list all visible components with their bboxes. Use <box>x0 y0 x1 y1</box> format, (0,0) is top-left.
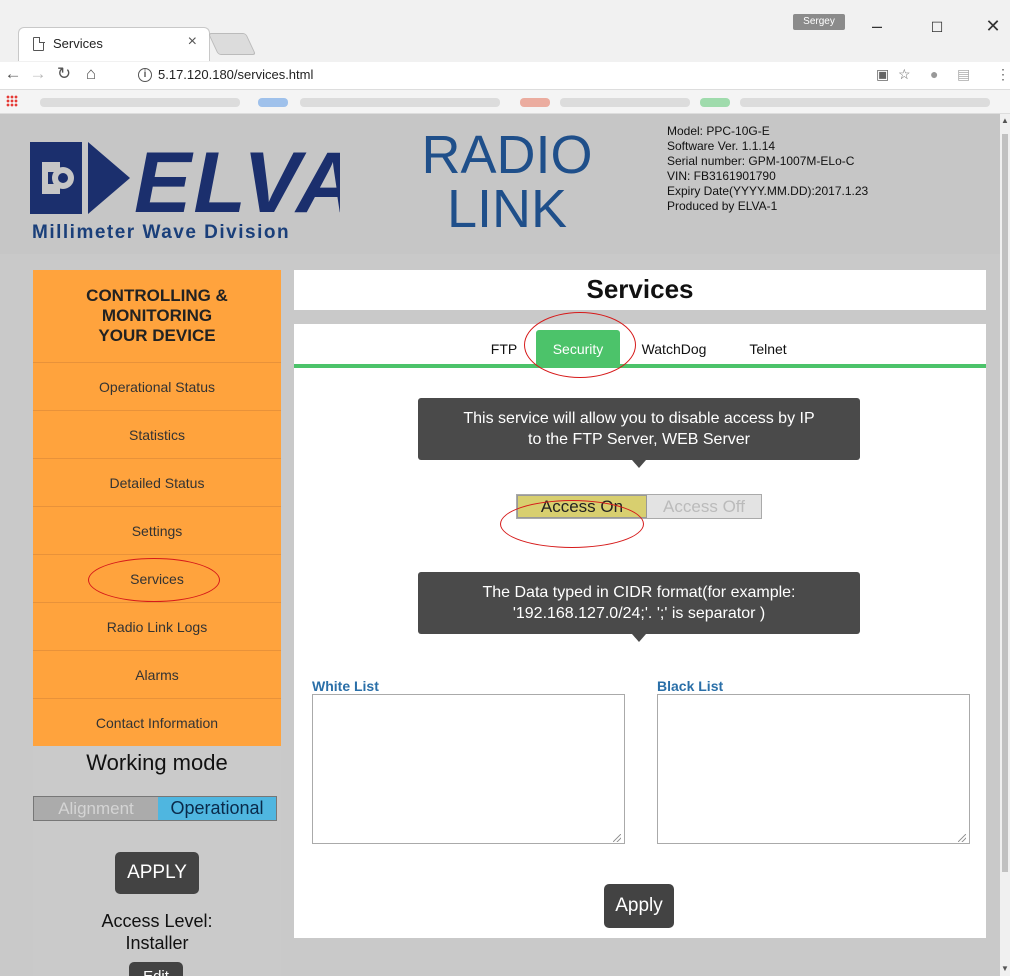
reload-icon[interactable]: ↻ <box>53 64 75 84</box>
tooltip-line: '192.168.127.0/24;'. ';' is separator ) <box>512 605 766 622</box>
access-level: Access Level: Installer <box>33 910 281 954</box>
bookmarks-bar <box>0 90 1010 114</box>
serial-number: Serial number: GPM-1007M-ELo-C <box>667 154 855 168</box>
mode-operational[interactable]: Operational <box>158 797 276 820</box>
cidr-format-tooltip: The Data typed in CIDR format(for exampl… <box>418 572 860 642</box>
sidebar-item-statistics[interactable]: Statistics <box>33 410 281 458</box>
working-mode-toggle[interactable]: Alignment Operational <box>33 796 277 821</box>
info-icon[interactable]: i <box>138 68 152 82</box>
access-level-value: Installer <box>125 933 189 953</box>
elva-logo: ELVA-1 <box>30 135 340 224</box>
window-close-icon[interactable]: ✕ <box>978 16 1008 40</box>
sidebar-heading-line: YOUR DEVICE <box>98 326 216 345</box>
resize-grip-icon[interactable] <box>613 834 621 842</box>
tooltip-line: This service will allow you to disable a… <box>463 410 815 427</box>
sidebar-item-detailed-status[interactable]: Detailed Status <box>33 458 281 506</box>
access-on-button[interactable]: Access On <box>517 495 647 518</box>
maximize-icon[interactable]: ☐ <box>922 19 952 43</box>
tab-title: Services <box>53 36 103 51</box>
mode-alignment[interactable]: Alignment <box>34 797 158 820</box>
page-viewport: ELVA-1 Millimeter Wave Division RADIO LI… <box>0 114 1000 976</box>
black-list-label: Black List <box>657 678 724 694</box>
sidebar-item-services[interactable]: Services <box>33 554 281 602</box>
apply-button[interactable]: Apply <box>604 884 674 928</box>
sidebar-heading-line: CONTROLLING & <box>86 286 228 305</box>
software-version: Software Ver. 1.1.14 <box>667 139 776 153</box>
close-icon[interactable]: × <box>188 33 197 51</box>
sidebar: CONTROLLING & MONITORING YOUR DEVICE Ope… <box>33 270 281 976</box>
sidebar-item-radio-link-logs[interactable]: Radio Link Logs <box>33 602 281 650</box>
user-badge[interactable]: Sergey <box>793 14 845 30</box>
bookmark-item[interactable] <box>560 98 690 107</box>
edit-button[interactable]: Edit <box>129 962 183 976</box>
address-row: ← → ↻ ⌂ i 5.17.120.180/services.html <box>0 62 1010 90</box>
bookmark-item[interactable] <box>520 98 550 107</box>
apps-icon[interactable] <box>6 95 18 107</box>
page-scrollbar[interactable]: ▲ ▼ <box>1000 114 1010 976</box>
home-icon[interactable]: ⌂ <box>80 64 102 84</box>
bookmark-item[interactable] <box>740 98 990 107</box>
forward-icon[interactable]: → <box>27 64 49 84</box>
browser-tab-bar: Services × Sergey – ☐ ✕ <box>0 0 1010 62</box>
expiry-date: Expiry Date(YYYY.MM.DD):2017.1.23 <box>667 184 869 198</box>
vin: VIN: FB3161901790 <box>667 169 776 183</box>
title-line-1: RADIO <box>421 125 593 185</box>
title-line-2: LINK <box>446 179 568 239</box>
bookmark-item[interactable] <box>300 98 500 107</box>
tooltip-line: to the FTP Server, WEB Server <box>528 431 750 448</box>
scroll-thumb[interactable] <box>1002 134 1008 872</box>
logo-wordmark: ELVA-1 <box>134 135 340 224</box>
tab-telnet[interactable]: Telnet <box>738 330 798 368</box>
logo-tagline: Millimeter Wave Division <box>32 222 291 243</box>
page-title: Services <box>586 274 694 304</box>
tooltip-line: The Data typed in CIDR format(for exampl… <box>482 584 796 601</box>
service-info-tooltip: This service will allow you to disable a… <box>418 398 860 468</box>
sidebar-item-operational-status[interactable]: Operational Status <box>33 362 281 410</box>
access-off-button[interactable]: Access Off <box>647 495 761 518</box>
services-tabs: FTP Security WatchDog Telnet <box>294 324 986 368</box>
sidebar-heading-line: MONITORING <box>101 306 213 325</box>
resize-grip-icon[interactable] <box>958 834 966 842</box>
title-bar: Services <box>294 270 986 310</box>
pdf-extension-icon[interactable]: ▤ <box>957 66 970 83</box>
bookmark-item[interactable] <box>700 98 730 107</box>
produced-by: Produced by ELVA-1 <box>667 199 778 213</box>
star-icon[interactable]: ☆ <box>898 66 911 83</box>
device-model: Model: PPC-10G-E <box>667 124 770 138</box>
address-bar[interactable]: i 5.17.120.180/services.html <box>128 64 908 87</box>
access-toggle[interactable]: Access On Access Off <box>516 494 762 519</box>
bookmark-item[interactable] <box>40 98 240 107</box>
url-text: 5.17.120.180/services.html <box>158 67 314 82</box>
sidebar-item-alarms[interactable]: Alarms <box>33 650 281 698</box>
device-info: Model: PPC-10G-E Software Ver. 1.1.14 Se… <box>667 124 868 214</box>
translate-icon[interactable]: ▣ <box>876 66 889 83</box>
working-mode-apply-button[interactable]: APPLY <box>115 852 199 894</box>
minimize-icon[interactable]: – <box>862 16 892 40</box>
sidebar-item-contact-information[interactable]: Contact Information <box>33 698 281 746</box>
tab-security[interactable]: Security <box>536 330 620 368</box>
scroll-down-icon[interactable]: ▼ <box>1000 964 1010 974</box>
bookmark-item[interactable] <box>258 98 288 107</box>
white-list-textarea[interactable] <box>312 694 625 844</box>
scroll-up-icon[interactable]: ▲ <box>1000 116 1010 126</box>
access-level-label: Access Level: <box>101 911 213 931</box>
sidebar-heading: CONTROLLING & MONITORING YOUR DEVICE <box>33 270 281 362</box>
back-icon[interactable]: ← <box>2 64 24 84</box>
white-list-label: White List <box>312 678 379 694</box>
services-panel: FTP Security WatchDog Telnet This servic… <box>294 324 986 938</box>
sidebar-item-settings[interactable]: Settings <box>33 506 281 554</box>
tab-watchdog[interactable]: WatchDog <box>634 330 714 368</box>
black-list-textarea[interactable] <box>657 694 970 844</box>
extension-icon[interactable]: ● <box>930 66 938 82</box>
new-tab-button[interactable] <box>207 33 257 55</box>
doc-icon <box>33 36 45 51</box>
menu-icon[interactable]: ⋮ <box>996 66 1010 83</box>
browser-tab[interactable]: Services × <box>18 27 210 61</box>
tab-ftp[interactable]: FTP <box>482 330 526 368</box>
radio-link-title: RADIO LINK <box>412 128 602 236</box>
working-mode-title: Working mode <box>86 750 228 775</box>
page-header: ELVA-1 Millimeter Wave Division RADIO LI… <box>0 114 1000 254</box>
